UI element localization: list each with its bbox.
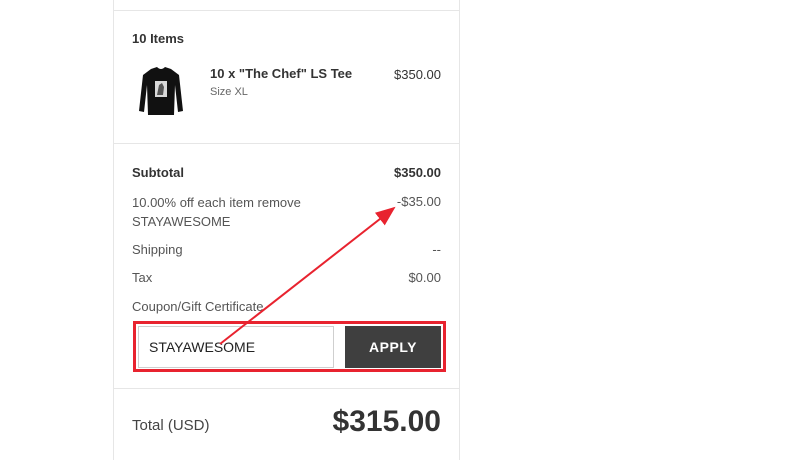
shipping-value: -- — [432, 242, 441, 257]
coupon-input[interactable]: STAYAWESOME — [138, 326, 334, 368]
subtotal-value: $350.00 — [394, 165, 441, 180]
total-value: $315.00 — [332, 405, 441, 438]
coupon-label: Coupon/Gift Certificate — [132, 299, 264, 314]
divider — [114, 10, 459, 11]
subtotal-label: Subtotal — [132, 165, 184, 180]
discount-remove-link[interactable]: STAYAWESOME — [132, 212, 301, 231]
items-count-heading: 10 Items — [132, 31, 185, 46]
apply-coupon-button[interactable]: APPLY — [345, 326, 441, 368]
divider — [114, 388, 459, 389]
discount-description-line1: 10.00% off each item remove — [132, 195, 301, 210]
item-size: Size XL — [210, 86, 248, 98]
order-summary-panel: 10 Items 10 x "The Chef" LS Tee Size XL … — [113, 0, 460, 460]
discount-value: -$35.00 — [396, 194, 441, 209]
shipping-label: Shipping — [132, 242, 183, 257]
tax-label: Tax — [132, 270, 153, 285]
discount-description: 10.00% off each item remove STAYAWESOME — [132, 193, 301, 231]
tax-value: $0.00 — [408, 270, 441, 285]
item-name: 10 x "The Chef" LS Tee — [210, 66, 353, 81]
product-thumbnail — [139, 67, 183, 115]
item-price: $350.00 — [394, 67, 441, 82]
total-label: Total (USD) — [132, 417, 210, 434]
divider — [114, 143, 459, 144]
